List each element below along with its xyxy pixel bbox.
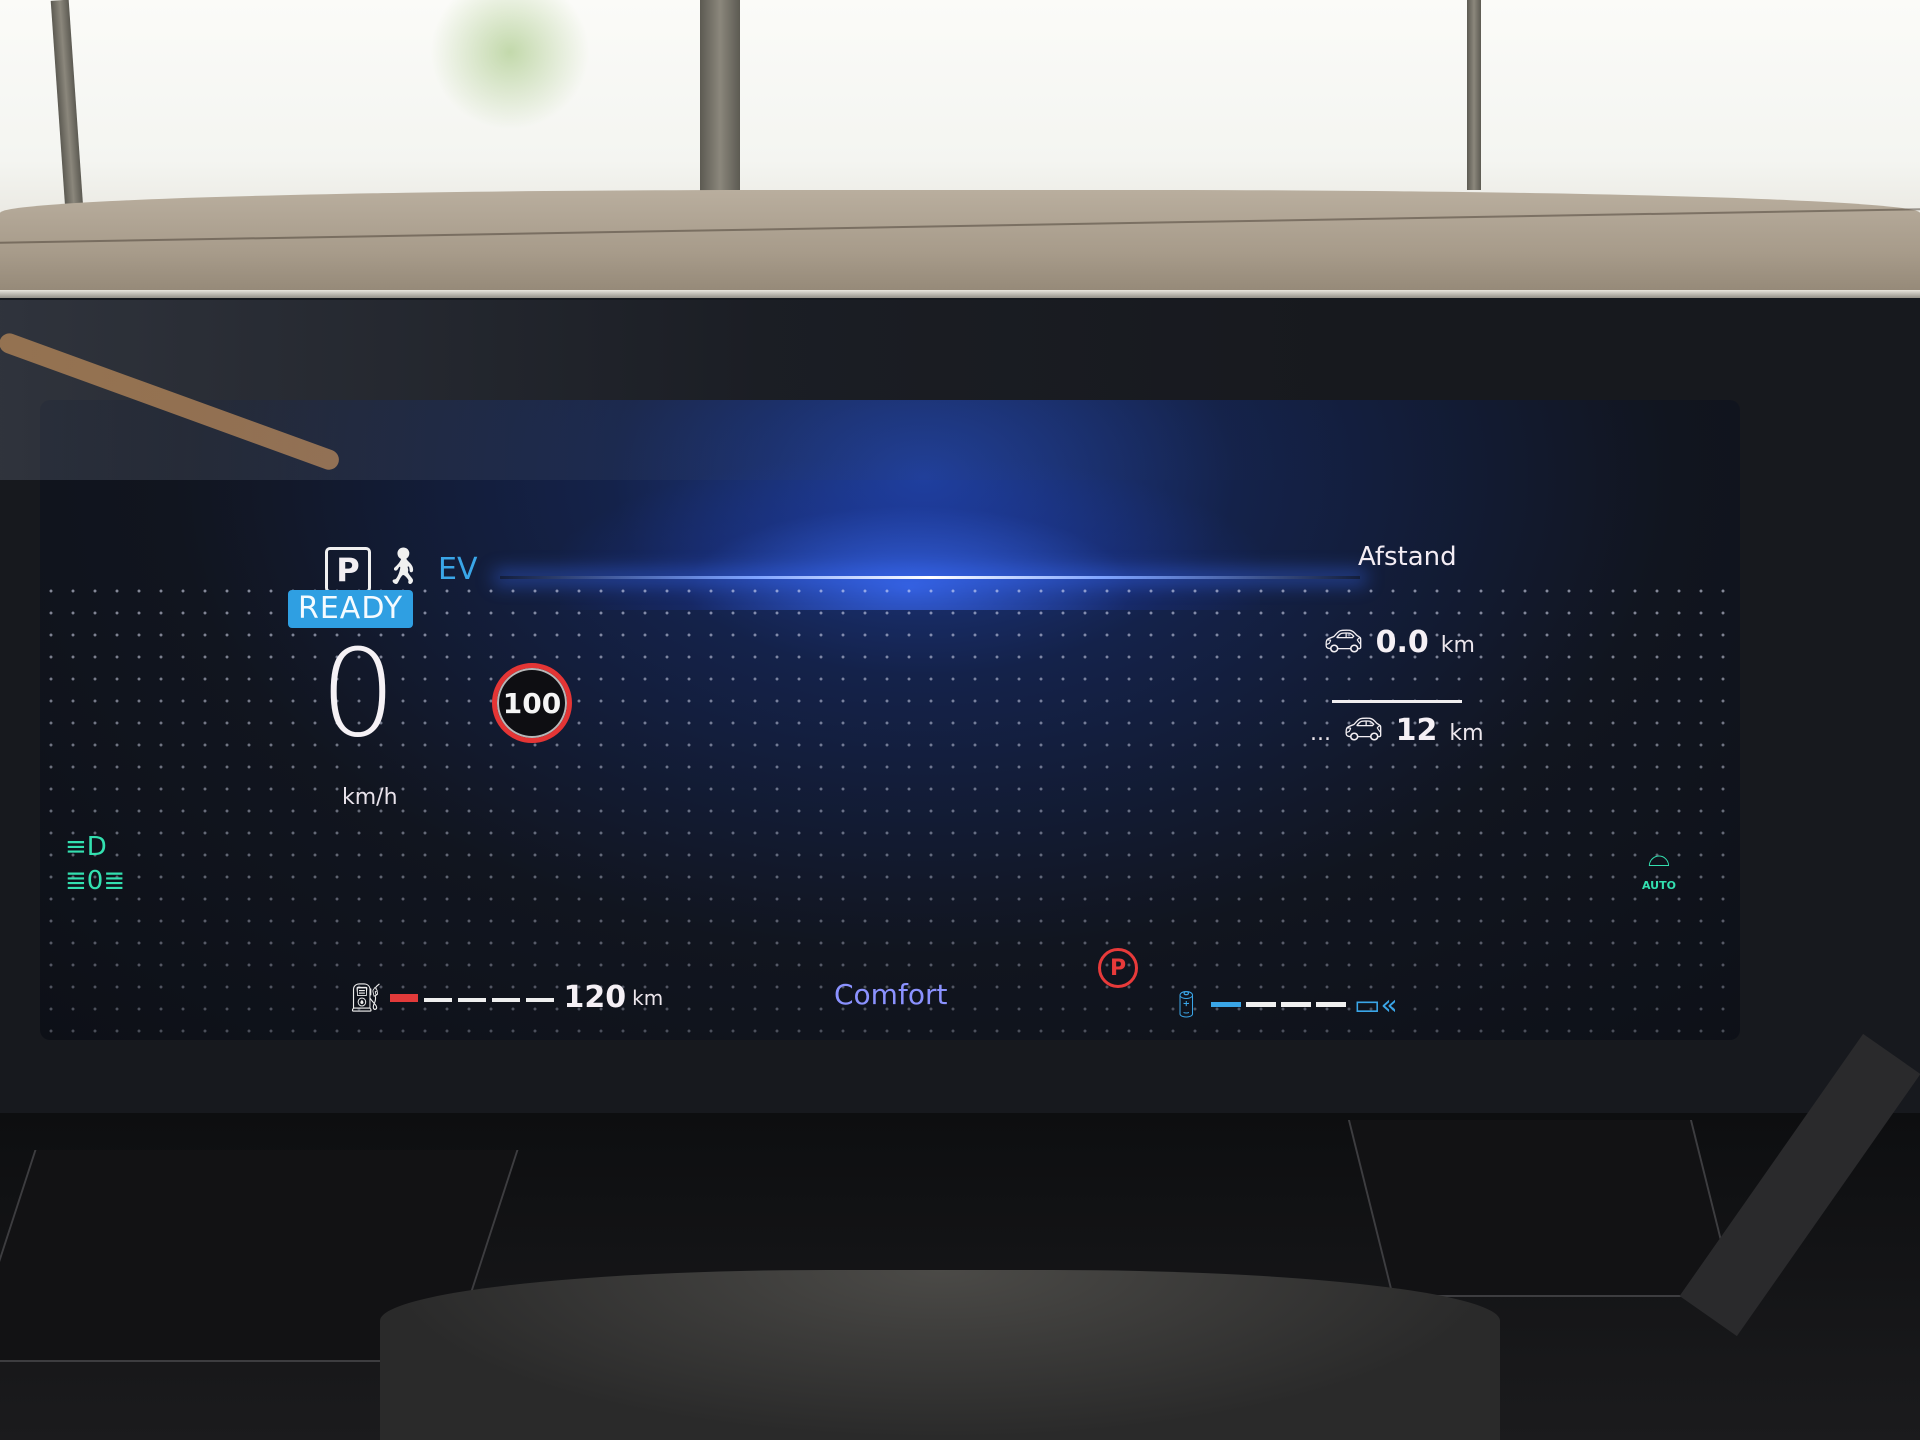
wiper-auto-label: AUTO: [1642, 879, 1676, 892]
window-pillar: [50, 0, 84, 211]
electric-parking-brake-icon: P: [1098, 948, 1138, 988]
window-pillar: [1467, 0, 1481, 190]
fuel-segment: [457, 997, 486, 1002]
high-beam-icon: ≡D: [65, 832, 107, 862]
range-prefix: ...: [1310, 721, 1331, 746]
battery-segment: [1211, 1002, 1242, 1007]
fuel-segment: [423, 997, 452, 1002]
distance-divider: [1332, 700, 1462, 703]
fuel-segment: [491, 997, 520, 1002]
position-lights-icon: ≣0≣: [65, 866, 126, 896]
speed-limit-sign: 100: [492, 663, 572, 743]
fuel-segment: [525, 997, 554, 1002]
speed-limit-value: 100: [502, 686, 562, 720]
fuel-gauge: ⛽︎ 120 km: [348, 980, 663, 1015]
battery-segment: [1281, 1002, 1312, 1007]
dot-grid-background: [40, 580, 1740, 1040]
hybrid-battery-icon: 🔋︎: [1170, 989, 1204, 1020]
horizon-line: [500, 576, 1360, 579]
speed-readout: 0: [320, 625, 397, 764]
trip-distance-value: 0.0: [1375, 625, 1429, 660]
fuel-pump-icon: ⛽︎: [348, 981, 384, 1014]
car-icon: 🚗︎: [1342, 710, 1384, 748]
car-interior-photo: P 🚶︎ EV READY 0 km/h 100 Afstand 🚗︎ 0.0 …: [0, 0, 1920, 1440]
trip-distance-unit: km: [1440, 633, 1475, 658]
fuel-segment: [389, 993, 418, 1002]
range-distance-row: ... 🚗︎ 12 km: [1310, 710, 1484, 748]
right-vent: [1347, 1120, 1737, 1297]
parking-gear-icon: P: [325, 547, 371, 593]
fuel-range-value: 120: [563, 980, 627, 1015]
battery-regen-icon: ▭«: [1354, 988, 1398, 1021]
battery-level-bar: [1211, 1002, 1347, 1007]
window-pillar: [700, 0, 740, 200]
car-icon: 🚗︎: [1323, 622, 1364, 660]
instrument-cluster: P 🚶︎ EV READY 0 km/h 100 Afstand 🚗︎ 0.0 …: [40, 400, 1740, 1040]
light-indicators: ≡D ≣0≣: [65, 830, 125, 898]
driver-seatbelt-icon: 🚶︎: [380, 546, 426, 587]
speed-unit: km/h: [342, 785, 398, 810]
range-distance-value: 12: [1395, 713, 1438, 748]
trip-distance-row: 🚗︎ 0.0 km: [1323, 622, 1475, 660]
ready-badge: READY: [288, 590, 414, 628]
auto-wiper-icon: ⌓: [1647, 840, 1671, 873]
battery-segment: [1246, 1002, 1277, 1007]
fuel-range-unit: km: [632, 985, 664, 1010]
steering-column: [380, 1270, 1500, 1440]
fuel-level-bar: [389, 993, 554, 1002]
driving-mode-label: Comfort: [834, 978, 948, 1011]
hybrid-battery-gauge: 🔋︎ ▭«: [1170, 988, 1398, 1021]
range-distance-unit: km: [1449, 721, 1484, 746]
distance-panel-title: Afstand: [1358, 542, 1457, 572]
foliage: [430, 0, 590, 130]
dashboard-top: [0, 190, 1920, 305]
ev-mode-indicator: EV: [438, 552, 478, 587]
battery-segment: [1316, 1002, 1347, 1007]
auto-wiper-indicator: ⌓ AUTO: [1642, 840, 1676, 893]
